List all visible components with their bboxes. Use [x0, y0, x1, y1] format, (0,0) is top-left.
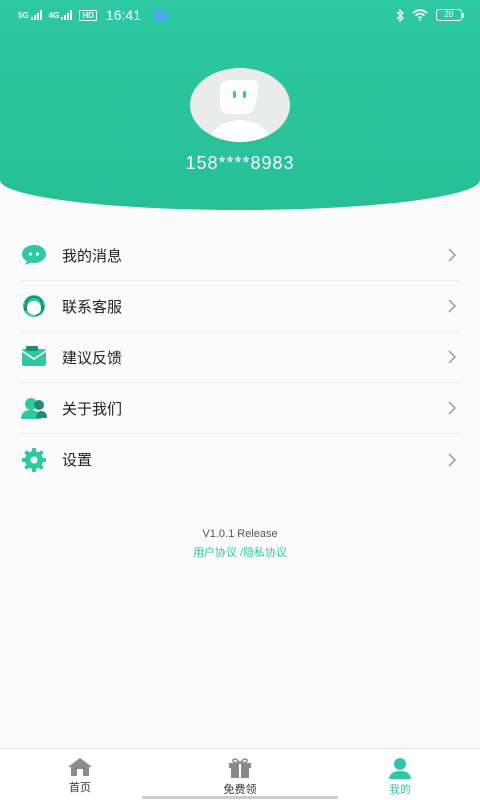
- menu-label: 设置: [62, 452, 93, 469]
- chevron-right-icon: [448, 452, 457, 467]
- menu-label: 联系客服: [62, 298, 123, 316]
- signal-5g-icon: 5G: [18, 10, 42, 20]
- status-right: 20: [396, 8, 464, 22]
- menu-item-about-us[interactable]: 关于我们: [20, 383, 460, 434]
- agreement-links: 用户协议 /隐私协议: [0, 544, 480, 560]
- about-us-icon: [20, 394, 48, 422]
- status-left: 5G 4G HD 16:41: [18, 7, 167, 23]
- nav-item-mine[interactable]: 我的: [320, 749, 480, 800]
- privacy-agreement-link[interactable]: 隐私协议: [243, 547, 287, 559]
- chevron-right-icon: [448, 350, 457, 364]
- menu-label: 建议反馈: [62, 349, 123, 367]
- home-indicator[interactable]: [142, 796, 338, 799]
- bluetooth-icon: [396, 8, 404, 22]
- user-icon: [389, 758, 411, 779]
- status-time: 16:41: [105, 7, 141, 23]
- feedback-icon: [20, 343, 48, 371]
- avatar-robot-icon: [210, 80, 270, 142]
- signal-4g-icon: 4G: [49, 10, 73, 20]
- nav-item-free[interactable]: 免费领: [160, 749, 320, 800]
- app-screen: 5G 4G HD 16:41 20 158****8983 我的消息 联系客服 …: [0, 0, 480, 800]
- profile-menu: 我的消息 联系客服 建议反馈 关于我们 设置: [20, 230, 460, 485]
- user-phone-number: 158****8983: [185, 153, 295, 173]
- customer-service-icon: [20, 292, 48, 320]
- menu-item-feedback[interactable]: 建议反馈: [20, 332, 460, 383]
- bottom-navigation: 首页 免费领 我的: [0, 748, 480, 800]
- chevron-right-icon: [448, 248, 457, 262]
- battery-icon: 20: [436, 9, 464, 21]
- menu-item-settings[interactable]: 设置: [20, 434, 460, 485]
- status-bar: 5G 4G HD 16:41 20: [0, 0, 480, 30]
- gift-icon: [229, 758, 251, 778]
- nav-label: 首页: [69, 782, 91, 794]
- app-version: V1.0.1 Release: [202, 528, 278, 540]
- home-icon: [68, 758, 92, 776]
- user-agreement-link[interactable]: 用户协议: [193, 547, 237, 559]
- nav-label: 免费领: [223, 784, 257, 796]
- nav-label: 我的: [389, 784, 411, 796]
- menu-item-messages[interactable]: 我的消息: [20, 230, 460, 281]
- wifi-icon: [412, 9, 428, 21]
- chevron-right-icon: [448, 299, 457, 313]
- menu-item-customer-service[interactable]: 联系客服: [20, 281, 460, 332]
- menu-label: 我的消息: [62, 247, 123, 265]
- notification-app-icon: [153, 9, 167, 21]
- network-type-4g: 4G: [48, 11, 60, 20]
- nav-item-home[interactable]: 首页: [0, 749, 160, 800]
- settings-icon: [20, 446, 48, 474]
- avatar[interactable]: [190, 68, 290, 142]
- chevron-right-icon: [448, 401, 457, 415]
- menu-label: 关于我们: [62, 400, 123, 418]
- network-type-5g: 5G: [18, 11, 29, 20]
- message-icon: [20, 241, 48, 269]
- hd-badge: HD: [79, 9, 97, 21]
